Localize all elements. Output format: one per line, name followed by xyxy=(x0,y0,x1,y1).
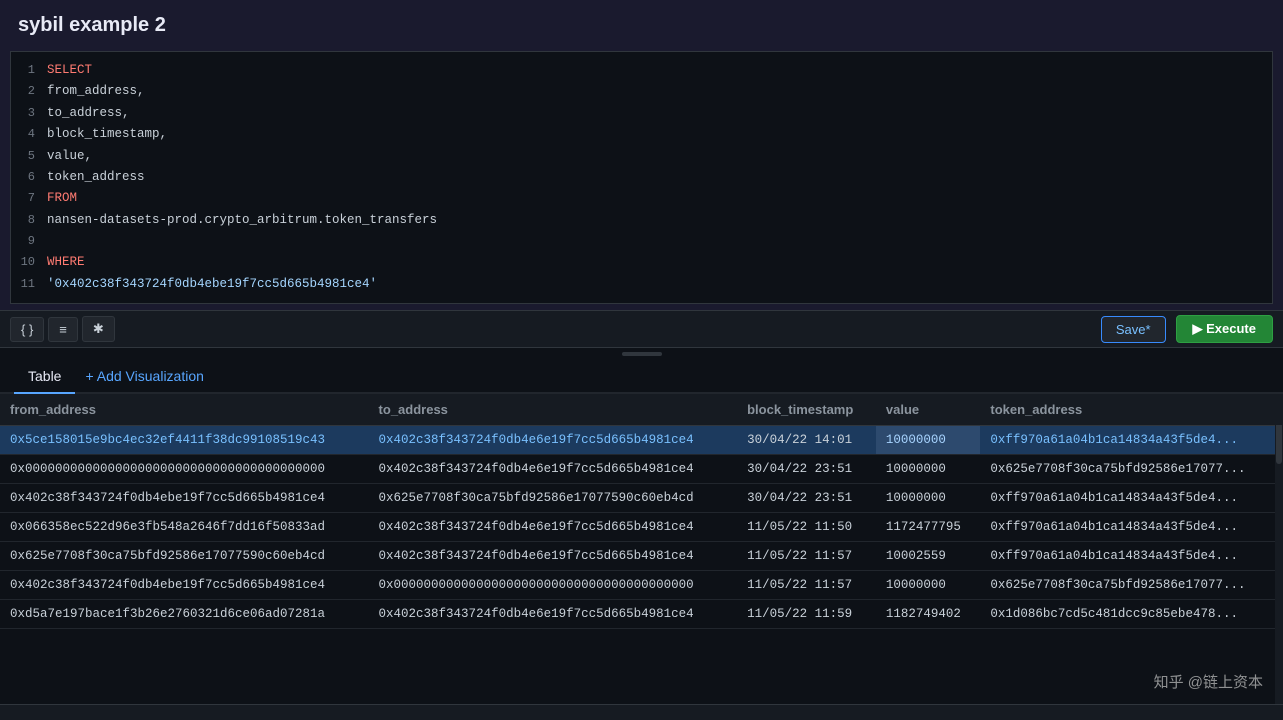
asterisk-button[interactable]: ✱ xyxy=(82,316,115,342)
cell-token_address: 0x1d086bc7cd5c481dcc9c85ebe478... xyxy=(980,600,1283,629)
col-header-block_timestamp[interactable]: block_timestamp xyxy=(737,394,876,426)
cell-from_address: 0x5ce158015e9bc4ec32ef4411f38dc99108519c… xyxy=(0,426,369,455)
results-tabs: Table + Add Visualization xyxy=(0,360,1283,394)
cell-value: 10000000 xyxy=(876,426,981,455)
table-row: 0x066358ec522d96e3fb548a2646f7dd16f50833… xyxy=(0,513,1283,542)
cell-value: 1172477795 xyxy=(876,513,981,542)
cell-value: 10000000 xyxy=(876,455,981,484)
results-panel: Table + Add Visualization from_addressto… xyxy=(0,360,1283,720)
add-visualization-button[interactable]: + Add Visualization xyxy=(75,360,213,392)
drag-handle[interactable] xyxy=(0,348,1283,360)
cell-to_address: 0x402c38f343724f0db4e6e19f7cc5d665b4981c… xyxy=(369,600,738,629)
cell-block_timestamp: 11/05/22 11:57 xyxy=(737,571,876,600)
table-row: 0x402c38f343724f0db4ebe19f7cc5d665b4981c… xyxy=(0,484,1283,513)
cell-block_timestamp: 30/04/22 23:51 xyxy=(737,455,876,484)
save-button[interactable]: Save* xyxy=(1101,316,1166,343)
cell-from_address: 0x625e7708f30ca75bfd92586e17077590c60eb4… xyxy=(0,542,369,571)
cell-token_address: 0x625e7708f30ca75bfd92586e17077... xyxy=(980,455,1283,484)
table-row: 0x5ce158015e9bc4ec32ef4411f38dc99108519c… xyxy=(0,426,1283,455)
cell-from_address: 0xd5a7e197bace1f3b26e2760321d6ce06ad0728… xyxy=(0,600,369,629)
code-editor: 1SELECT2 from_address,3 to_address,4 blo… xyxy=(10,51,1273,304)
cell-token_address: 0xff970a61a04b1ca14834a43f5de4... xyxy=(980,542,1283,571)
col-header-value[interactable]: value xyxy=(876,394,981,426)
horizontal-scrollbar[interactable] xyxy=(0,704,1283,720)
editor-toolbar: { } ≡ ✱ Save* Execute xyxy=(0,310,1283,348)
results-table: from_addressto_addressblock_timestampval… xyxy=(0,394,1283,629)
cell-from_address: 0x00000000000000000000000000000000000000… xyxy=(0,455,369,484)
cell-from_address: 0x402c38f343724f0db4ebe19f7cc5d665b4981c… xyxy=(0,571,369,600)
cell-block_timestamp: 11/05/22 11:57 xyxy=(737,542,876,571)
cell-from_address: 0x066358ec522d96e3fb548a2646f7dd16f50833… xyxy=(0,513,369,542)
cell-value: 10002559 xyxy=(876,542,981,571)
cell-block_timestamp: 11/05/22 11:59 xyxy=(737,600,876,629)
col-header-to_address[interactable]: to_address xyxy=(369,394,738,426)
cell-value: 10000000 xyxy=(876,571,981,600)
table-row: 0x00000000000000000000000000000000000000… xyxy=(0,455,1283,484)
cell-to_address: 0x402c38f343724f0db4e6e19f7cc5d665b4981c… xyxy=(369,513,738,542)
cell-value: 1182749402 xyxy=(876,600,981,629)
cell-block_timestamp: 11/05/22 11:50 xyxy=(737,513,876,542)
cell-block_timestamp: 30/04/22 14:01 xyxy=(737,426,876,455)
cell-to_address: 0x402c38f343724f0db4e6e19f7cc5d665b4981c… xyxy=(369,426,738,455)
cell-from_address: 0x402c38f343724f0db4ebe19f7cc5d665b4981c… xyxy=(0,484,369,513)
results-table-wrapper[interactable]: from_addressto_addressblock_timestampval… xyxy=(0,394,1283,704)
cell-token_address: 0x625e7708f30ca75bfd92586e17077... xyxy=(980,571,1283,600)
table-row: 0x625e7708f30ca75bfd92586e17077590c60eb4… xyxy=(0,542,1283,571)
cell-value: 10000000 xyxy=(876,484,981,513)
tab-table[interactable]: Table xyxy=(14,360,75,394)
cell-to_address: 0x402c38f343724f0db4e6e19f7cc5d665b4981c… xyxy=(369,455,738,484)
cell-to_address: 0x625e7708f30ca75bfd92586e17077590c60eb4… xyxy=(369,484,738,513)
table-row: 0x402c38f343724f0db4ebe19f7cc5d665b4981c… xyxy=(0,571,1283,600)
col-header-token_address[interactable]: token_address xyxy=(980,394,1283,426)
cell-to_address: 0x00000000000000000000000000000000000000… xyxy=(369,571,738,600)
cell-token_address: 0xff970a61a04b1ca14834a43f5de4... xyxy=(980,513,1283,542)
execute-button[interactable]: Execute xyxy=(1176,315,1273,343)
list-view-button[interactable]: ≡ xyxy=(48,317,78,342)
page-title: sybil example 2 xyxy=(18,14,1265,37)
table-row: 0xd5a7e197bace1f3b26e2760321d6ce06ad0728… xyxy=(0,600,1283,629)
col-header-from_address[interactable]: from_address xyxy=(0,394,369,426)
cell-to_address: 0x402c38f343724f0db4e6e19f7cc5d665b4981c… xyxy=(369,542,738,571)
cell-token_address: 0xff970a61a04b1ca14834a43f5de4... xyxy=(980,426,1283,455)
cell-block_timestamp: 30/04/22 23:51 xyxy=(737,484,876,513)
cell-token_address: 0xff970a61a04b1ca14834a43f5de4... xyxy=(980,484,1283,513)
json-format-button[interactable]: { } xyxy=(10,317,44,342)
vertical-scrollbar[interactable] xyxy=(1275,394,1283,704)
